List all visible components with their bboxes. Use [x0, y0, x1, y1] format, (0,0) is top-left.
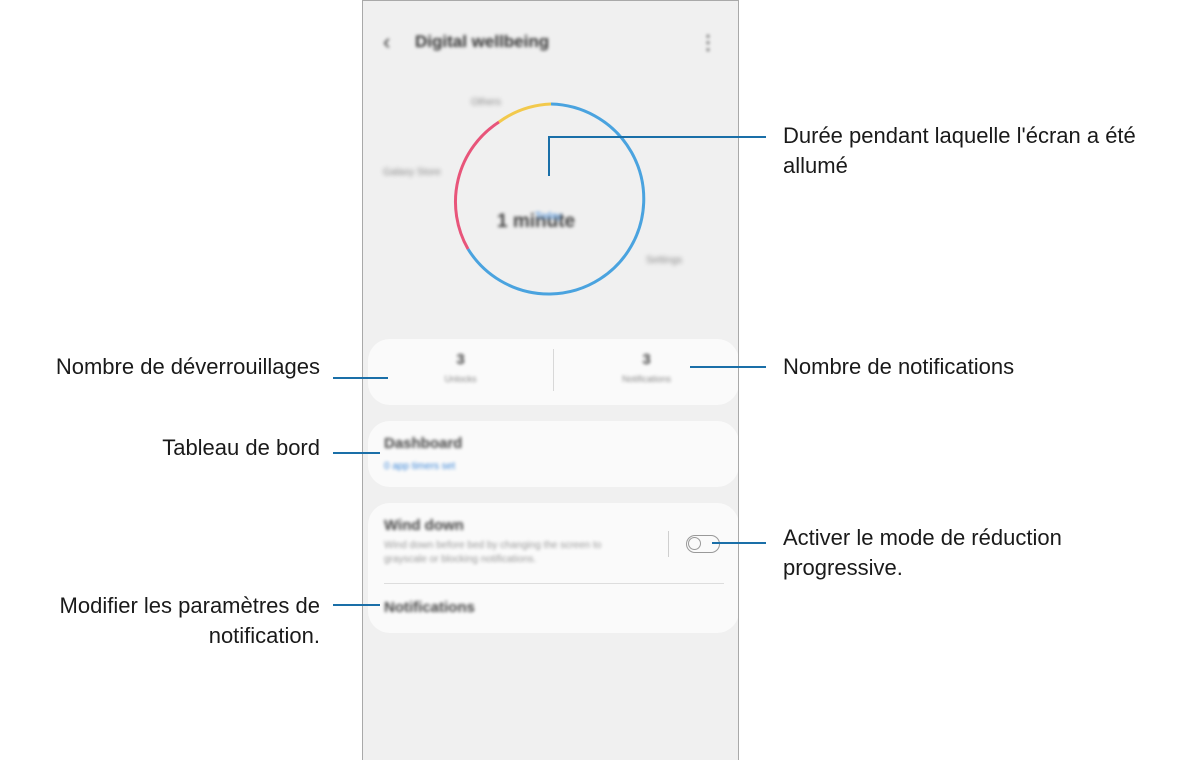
donut-segment-galaxy-store [453, 120, 500, 250]
leader-wind-down [712, 542, 766, 544]
unlocks-label: Unlocks [444, 374, 477, 384]
wind-down-title: Wind down [384, 517, 464, 534]
callout-wind-down: Activer le mode de réduction progressive… [783, 525, 1062, 580]
wind-down-toggle[interactable] [686, 535, 720, 553]
toggle-knob [688, 537, 701, 550]
wind-down-card: Wind down Wind down before bed by changi… [368, 503, 738, 633]
leader-screen-time-vertical [548, 136, 550, 176]
stats-card: 3 Unlocks 3 Notifications [368, 339, 738, 405]
notifications-settings-item[interactable]: Notifications [384, 599, 475, 616]
leader-dashboard [333, 452, 380, 454]
dashboard-card[interactable]: Dashboard 0 app timers set [368, 421, 738, 487]
dashboard-title: Dashboard [384, 435, 463, 452]
toggle-divider [668, 531, 669, 557]
phone-screen: ‹ Digital wellbeing ⋮ Others Galaxy Stor… [362, 0, 739, 760]
screen-time-period: Today [535, 211, 562, 222]
callout-notification-settings: Modifier les paramètres de notification. [59, 593, 320, 648]
wind-down-description: Wind down before bed by changing the scr… [384, 540, 602, 565]
leader-screen-time [548, 136, 766, 138]
usage-donut-chart[interactable] [363, 1, 739, 311]
legend-settings: Settings [646, 255, 683, 266]
callout-dashboard: Tableau de bord [162, 435, 320, 460]
callout-unlocks: Nombre de déverrouillages [55, 354, 320, 379]
unlocks-count: 3 [456, 351, 465, 368]
leader-unlocks [333, 377, 388, 379]
donut-segment-others [498, 102, 552, 124]
callout-notifications: Nombre de notifications [783, 354, 1015, 379]
dashboard-subtitle: 0 app timers set [384, 461, 456, 472]
legend-galaxy-store: Galaxy Store [383, 167, 441, 178]
leader-notifications [690, 366, 766, 368]
notifications-label: Notifications [621, 374, 672, 384]
card-divider [384, 583, 724, 584]
unlocks-stat[interactable]: 3 Unlocks [368, 351, 553, 384]
legend-others: Others [471, 97, 502, 108]
leader-notif-settings [333, 604, 380, 606]
donut-segment-settings [466, 102, 646, 296]
callout-screen-time: Durée pendant laquelle l'écran a été all… [783, 123, 1136, 178]
